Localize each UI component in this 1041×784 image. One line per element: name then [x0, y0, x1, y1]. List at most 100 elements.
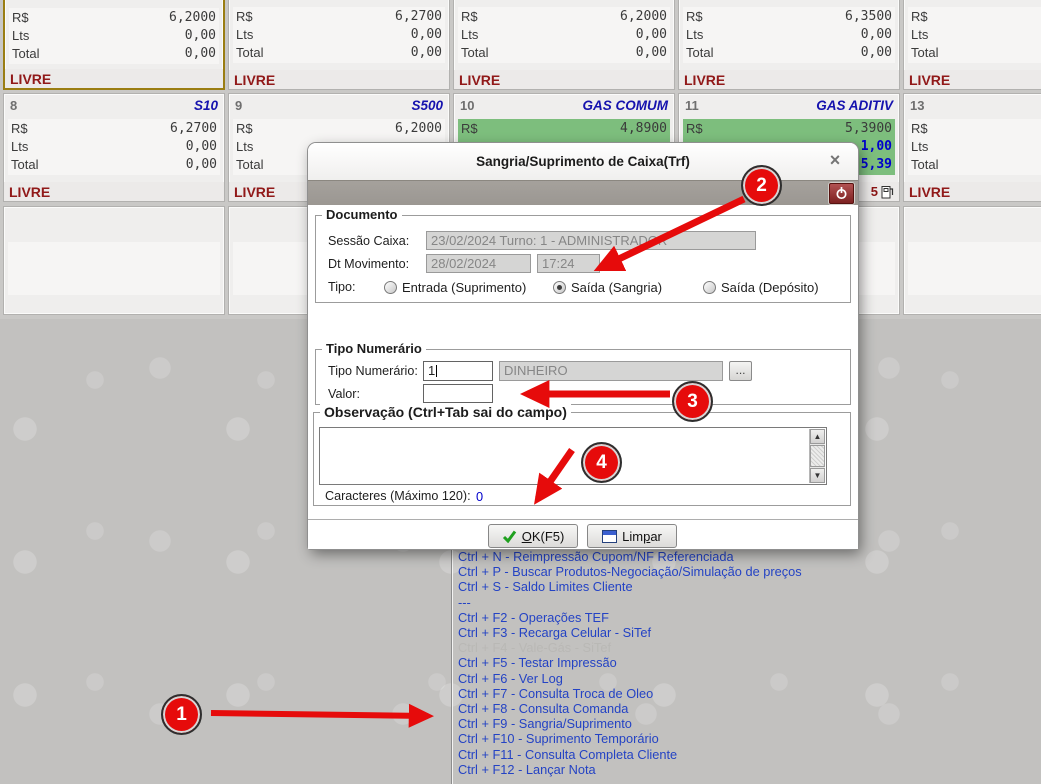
shortcut-item[interactable]: --- [458, 595, 1039, 610]
price-row: R$ 6,2000 [461, 8, 667, 26]
pump-values [908, 242, 1041, 296]
pump-cell[interactable]: R$ 6,3500 Lts 0,00 Total 0,00 LIVRE [678, 0, 900, 90]
liters-value: 0,00 [411, 26, 442, 44]
total-row: Total 0,00 [686, 44, 892, 62]
close-icon[interactable]: × [824, 150, 846, 172]
dialog-body: Documento Sessão Caixa: 23/02/2024 Turno… [308, 205, 858, 549]
shortcut-item[interactable]: Ctrl + F4 - Vale-Gás - SiTef [458, 640, 1039, 655]
shortcut-item[interactable]: Ctrl + F6 - Ver Log [458, 671, 1039, 686]
radio-saida-deposito[interactable]: Saída (Depósito) [703, 280, 819, 295]
ok-button-label: OK(F5) [522, 529, 565, 544]
exit-button[interactable] [829, 183, 854, 204]
radio-entrada-suprimento[interactable]: Entrada (Suprimento) [384, 280, 526, 295]
liters-label: Lts [236, 138, 253, 156]
liters-value: 0,00 [185, 27, 216, 45]
pump-cell[interactable]: R$ 6,2700 Lts 0,00 Total 0,00 LIVRE [228, 0, 450, 90]
shortcut-item[interactable]: Ctrl + F12 - Lançar Nota [458, 762, 1039, 777]
dialog-titlebar[interactable]: Sangria/Suprimento de Caixa(Trf) × [308, 143, 858, 180]
pump-cell[interactable]: R$ 6,2000 Lts 0,00 Total 0,00 LIVRE [3, 0, 225, 90]
pump-cell-header [904, 0, 1041, 4]
pump-status-bar: LIVRE [454, 70, 674, 89]
pump-number: 10 [460, 98, 474, 116]
shortcut-item[interactable]: Ctrl + F9 - Sangria/Suprimento [458, 716, 1039, 731]
currency-label: R$ [12, 9, 29, 27]
tipo-numerario-label: Tipo Numerário: [328, 364, 418, 378]
liters-label: Lts [911, 138, 928, 156]
price-row: R$ 6,2000 [12, 9, 216, 27]
pump-cell-empty[interactable] [903, 206, 1041, 315]
shortcut-item[interactable]: --- [458, 777, 1039, 784]
tipo-numerario-row: Tipo Numerário: 1 DINHEIRO ... [316, 361, 850, 381]
radio-icon[interactable] [703, 281, 716, 294]
radio-checked-icon[interactable] [553, 281, 566, 294]
price-row: R$ 6,3500 [686, 8, 892, 26]
pump-cell[interactable]: 13 R$ Lts Total LIVRE [903, 93, 1041, 202]
caracteres-count: 0 [476, 489, 483, 504]
total-value: 5,39 [861, 156, 892, 174]
price-value: 5,3900 [845, 120, 892, 138]
shortcut-item[interactable]: Ctrl + S - Saldo Limites Cliente [458, 579, 1039, 594]
total-label: Total [236, 44, 263, 62]
shortcut-item[interactable]: Ctrl + F3 - Recarga Celular - SiTef [458, 625, 1039, 640]
limpar-button-label: Limpar [622, 529, 662, 544]
ok-button[interactable]: OK(F5) [488, 524, 578, 548]
radio-icon[interactable] [384, 281, 397, 294]
pump-cell-header: 11 GAS ADITIV [679, 94, 899, 116]
scroll-up-icon[interactable]: ▲ [810, 429, 825, 444]
pump-cell[interactable]: R$ 6,2000 Lts 0,00 Total 0,00 LIVRE [453, 0, 675, 90]
pump-cell-header [4, 207, 224, 229]
hora-field: 17:24 [537, 254, 600, 273]
price-row: R$ 6,2700 [236, 8, 442, 26]
tipo-row: Tipo: Entrada (Suprimento) Saída (Sangri… [316, 277, 850, 297]
currency-label: R$ [461, 8, 478, 26]
total-value: 0,00 [185, 45, 216, 63]
tipo-numerario-input[interactable]: 1 [423, 361, 493, 381]
shortcut-item[interactable]: Ctrl + F2 - Operações TEF [458, 610, 1039, 625]
scroll-down-icon[interactable]: ▼ [810, 468, 825, 483]
pump-cell-empty[interactable] [3, 206, 225, 315]
shortcut-item[interactable]: Ctrl + N - Reimpressão Cupom/NF Referenc… [458, 549, 1039, 564]
total-row: Total 0,00 [12, 45, 216, 63]
total-row: Total [911, 156, 1041, 174]
total-label: Total [461, 44, 488, 62]
pump-status-text: LIVRE [684, 72, 725, 88]
sangria-suprimento-dialog: Sangria/Suprimento de Caixa(Trf) × Docum… [308, 143, 858, 549]
pump-status-bar: LIVRE [679, 70, 899, 89]
valor-input[interactable] [423, 384, 493, 403]
shortcut-item[interactable]: Ctrl + F7 - Consulta Troca de Oleo [458, 686, 1039, 701]
liters-row: Lts [911, 26, 1041, 44]
shortcut-item[interactable]: Ctrl + P - Buscar Produtos-Negociação/Si… [458, 564, 1039, 579]
price-value: 6,2000 [395, 120, 442, 138]
shortcut-item[interactable]: Ctrl + F8 - Consulta Comanda [458, 701, 1039, 716]
pump-cell-header [679, 0, 899, 4]
pump-cell-header [229, 0, 449, 4]
fuel-pump-icon [881, 184, 894, 199]
shortcut-item[interactable]: Ctrl + F10 - Suprimento Temporário [458, 731, 1039, 746]
liters-label: Lts [236, 26, 253, 44]
total-label: Total [911, 156, 938, 174]
pump-values: R$ 6,2700 Lts 0,00 Total 0,00 [8, 119, 220, 175]
liters-row: Lts 0,00 [11, 138, 217, 156]
pump-status-bar: LIVRE [229, 70, 449, 89]
price-row: R$ 6,2700 [11, 120, 217, 138]
shortcut-item[interactable]: Ctrl + F5 - Testar Impressão [458, 655, 1039, 670]
total-row: Total 0,00 [236, 44, 442, 62]
pump-status-text: LIVRE [909, 184, 950, 200]
pump-number: 13 [910, 98, 924, 116]
total-label: Total [911, 44, 938, 62]
radio-saida-sangria[interactable]: Saída (Sangria) [553, 280, 662, 295]
pump-values: R$ Lts Total [908, 7, 1041, 63]
liters-label: Lts [911, 26, 928, 44]
observacao-textarea[interactable]: ▲ ▼ [319, 427, 827, 485]
browse-button[interactable]: ... [729, 361, 752, 381]
price-value: 6,2000 [169, 9, 216, 27]
limpar-button[interactable]: Limpar [587, 524, 677, 548]
vertical-scrollbar[interactable]: ▲ ▼ [809, 429, 825, 483]
shortcut-item[interactable]: Ctrl + F11 - Consulta Completa Cliente [458, 747, 1039, 762]
pump-status-text: LIVRE [234, 72, 275, 88]
scrollbar-thumb[interactable] [810, 445, 825, 467]
pump-cell[interactable]: 8 S10 R$ 6,2700 Lts 0,00 Total 0,00 LIVR… [3, 93, 225, 202]
pump-cell[interactable]: R$ Lts Total LIVRE [903, 0, 1041, 90]
currency-label: R$ [461, 120, 478, 138]
pump-values: R$ 6,2000 Lts 0,00 Total 0,00 [458, 7, 670, 63]
